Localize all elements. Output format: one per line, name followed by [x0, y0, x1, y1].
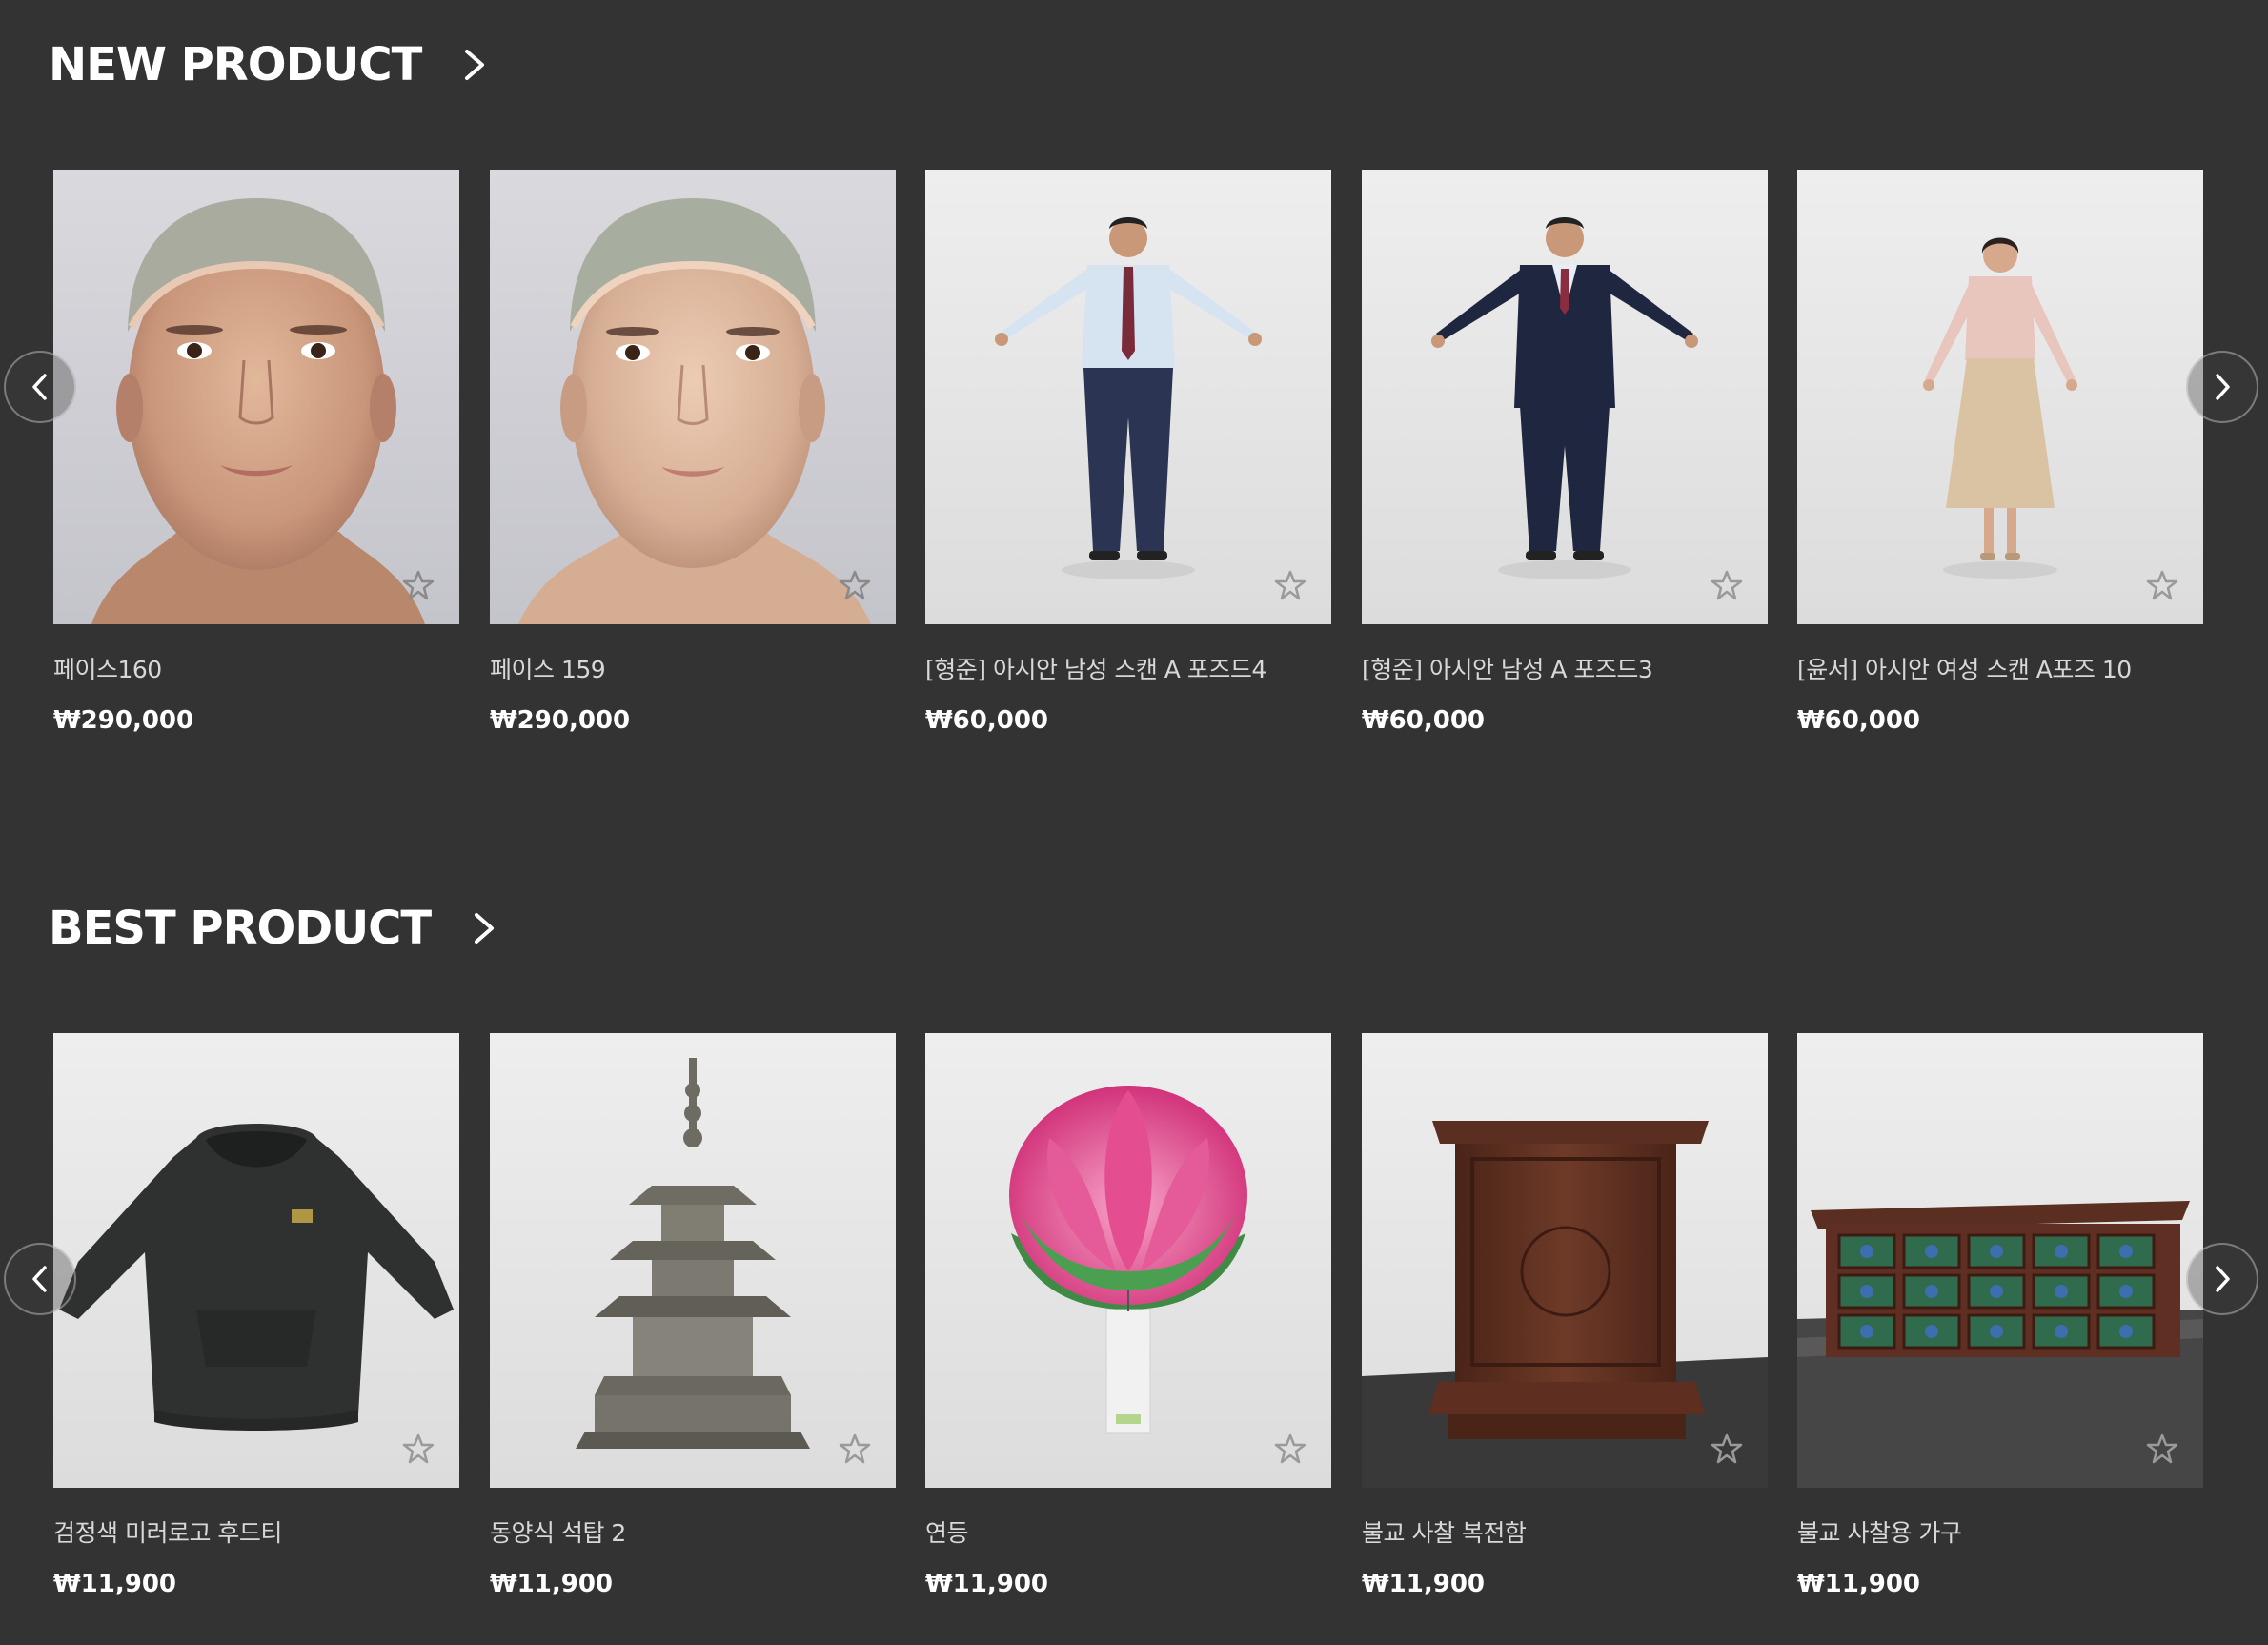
product-image	[1797, 170, 2203, 624]
product-thumbnail[interactable]	[53, 170, 459, 624]
star-outline-icon[interactable]	[402, 1432, 435, 1465]
product-carousel: 페이스160 ₩290,000 페이스 159 ₩290,000 [형준] 아시…	[53, 170, 2203, 741]
section-title: BEST PRODUCT	[49, 902, 432, 955]
product-thumbnail[interactable]	[1797, 170, 2203, 624]
product-name[interactable]: [형준] 아시안 남성 A 포즈드3	[1362, 651, 1768, 685]
carousel-next-button[interactable]	[2186, 351, 2258, 423]
product-card[interactable]: [형준] 아시안 남성 A 포즈드3 ₩60,000	[1362, 170, 1768, 735]
product-price: ₩290,000	[490, 706, 631, 735]
product-thumbnail[interactable]	[490, 170, 896, 624]
star-outline-icon[interactable]	[1711, 569, 1743, 601]
chevron-right-icon	[469, 909, 501, 947]
product-thumbnail[interactable]	[1797, 1033, 2203, 1488]
chevron-right-icon	[2216, 1266, 2230, 1292]
carousel-next-button[interactable]	[2186, 1243, 2258, 1315]
chevron-left-icon	[32, 1266, 47, 1292]
product-name[interactable]: [윤서] 아시안 여성 스캔 A포즈 10	[1797, 651, 2203, 685]
product-name[interactable]: 불교 사찰 복전함	[1362, 1514, 1768, 1549]
product-card[interactable]: 페이스 159 ₩290,000	[490, 170, 896, 735]
product-name[interactable]: 페이스 159	[490, 651, 896, 685]
product-name[interactable]: 페이스160	[53, 651, 459, 685]
product-name[interactable]: 검정색 미러로고 후드티	[53, 1514, 459, 1549]
product-card[interactable]: 동양식 석탑 2 ₩11,900	[490, 1033, 896, 1598]
product-image	[53, 170, 459, 624]
carousel-prev-button[interactable]	[4, 351, 76, 423]
product-price: ₩60,000	[1362, 706, 1486, 735]
product-card[interactable]: 불교 사찰용 가구 ₩11,900	[1797, 1033, 2203, 1598]
product-image	[1362, 1033, 1768, 1488]
product-carousel: 검정색 미러로고 후드티 ₩11,900 동양식 석탑 2 ₩11,900 연등…	[53, 1033, 2203, 1605]
product-image	[925, 170, 1331, 624]
product-name[interactable]: 동양식 석탑 2	[490, 1514, 896, 1549]
carousel-prev-button[interactable]	[4, 1243, 76, 1315]
product-name[interactable]: 불교 사찰용 가구	[1797, 1514, 2203, 1549]
product-card[interactable]: [형준] 아시안 남성 스캔 A 포즈드4 ₩60,000	[925, 170, 1331, 735]
product-price: ₩60,000	[925, 706, 1049, 735]
product-card[interactable]: [윤서] 아시안 여성 스캔 A포즈 10 ₩60,000	[1797, 170, 2203, 735]
chevron-right-icon	[2216, 374, 2230, 400]
chevron-left-icon	[32, 374, 47, 400]
product-image	[1797, 1033, 2203, 1488]
product-price: ₩60,000	[1797, 706, 1921, 735]
product-image	[1362, 170, 1768, 624]
product-card[interactable]: 연등 ₩11,900	[925, 1033, 1331, 1598]
star-outline-icon[interactable]	[839, 569, 871, 601]
product-price: ₩290,000	[53, 706, 194, 735]
product-thumbnail[interactable]	[490, 1033, 896, 1488]
star-outline-icon[interactable]	[1274, 1432, 1306, 1465]
product-image	[925, 1033, 1331, 1488]
product-thumbnail[interactable]	[1362, 1033, 1768, 1488]
product-image	[490, 1033, 896, 1488]
product-price: ₩11,900	[1797, 1570, 1921, 1598]
section-title: NEW PRODUCT	[49, 38, 422, 91]
product-price: ₩11,900	[925, 1570, 1049, 1598]
star-outline-icon[interactable]	[2146, 569, 2178, 601]
star-outline-icon[interactable]	[1711, 1432, 1743, 1465]
star-outline-icon[interactable]	[2146, 1432, 2178, 1465]
product-thumbnail[interactable]	[925, 170, 1331, 624]
product-card[interactable]: 불교 사찰 복전함 ₩11,900	[1362, 1033, 1768, 1598]
product-name[interactable]: [형준] 아시안 남성 스캔 A 포즈드4	[925, 651, 1331, 685]
new-product-header-link[interactable]: NEW PRODUCT	[49, 38, 492, 91]
star-outline-icon[interactable]	[1274, 569, 1306, 601]
best-product-header-link[interactable]: BEST PRODUCT	[49, 902, 501, 955]
product-price: ₩11,900	[53, 1570, 177, 1598]
product-price: ₩11,900	[1362, 1570, 1486, 1598]
product-card[interactable]: 검정색 미러로고 후드티 ₩11,900	[53, 1033, 459, 1598]
product-price: ₩11,900	[490, 1570, 614, 1598]
product-thumbnail[interactable]	[925, 1033, 1331, 1488]
star-outline-icon[interactable]	[402, 569, 435, 601]
product-name[interactable]: 연등	[925, 1514, 1331, 1549]
product-thumbnail[interactable]	[1362, 170, 1768, 624]
chevron-right-icon	[459, 46, 492, 84]
product-thumbnail[interactable]	[53, 1033, 459, 1488]
product-image	[490, 170, 896, 624]
product-card[interactable]: 페이스160 ₩290,000	[53, 170, 459, 735]
star-outline-icon[interactable]	[839, 1432, 871, 1465]
product-image	[53, 1033, 459, 1488]
